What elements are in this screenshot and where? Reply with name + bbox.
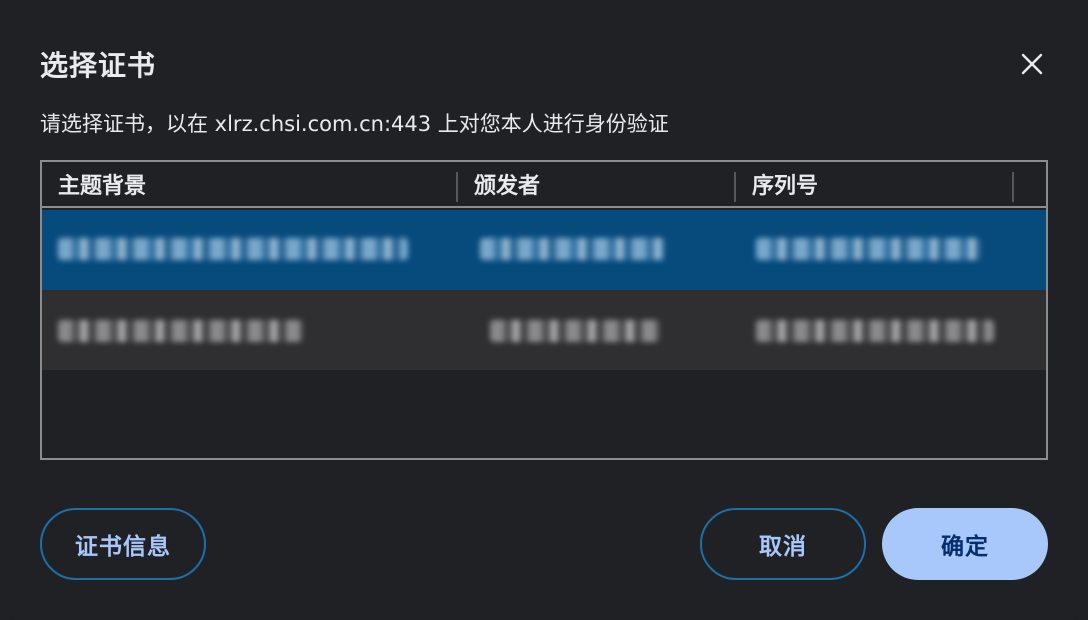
- column-header-serial[interactable]: 序列号: [752, 162, 818, 206]
- table-row[interactable]: [42, 290, 1046, 370]
- certificate-dialog: 选择证书 请选择证书，以在 xlrz.chsi.com.cn:443 上对您本人…: [0, 0, 1088, 620]
- dialog-title: 选择证书: [40, 49, 157, 82]
- redacted-text: [756, 238, 981, 260]
- redacted-text: [58, 320, 303, 342]
- dialog-subtitle: 请选择证书，以在 xlrz.chsi.com.cn:443 上对您本人进行身份验…: [40, 112, 669, 136]
- close-icon: [1021, 53, 1043, 75]
- certificate-info-button[interactable]: 证书信息: [40, 508, 206, 580]
- redacted-text: [490, 320, 660, 342]
- table-row-selected[interactable]: [42, 210, 1046, 290]
- certificate-table: 主题背景 颁发者 序列号: [40, 160, 1048, 460]
- table-header: 主题背景 颁发者 序列号: [42, 162, 1046, 208]
- cell-issuer: [456, 210, 734, 290]
- cell-serial: [734, 290, 1046, 370]
- cell-issuer: [456, 290, 734, 370]
- redacted-text: [480, 238, 665, 260]
- cell-serial: [734, 210, 1046, 290]
- cancel-button[interactable]: 取消: [700, 508, 866, 580]
- close-button[interactable]: [1012, 44, 1052, 84]
- column-header-subject[interactable]: 主题背景: [58, 162, 146, 206]
- cell-subject: [42, 290, 456, 370]
- redacted-text: [58, 238, 408, 260]
- confirm-button[interactable]: 确定: [882, 508, 1048, 580]
- column-resizer[interactable]: [734, 172, 736, 202]
- column-resizer[interactable]: [1012, 172, 1014, 202]
- column-resizer[interactable]: [456, 172, 458, 202]
- cell-subject: [42, 210, 456, 290]
- column-header-issuer[interactable]: 颁发者: [474, 162, 540, 206]
- redacted-text: [756, 320, 994, 342]
